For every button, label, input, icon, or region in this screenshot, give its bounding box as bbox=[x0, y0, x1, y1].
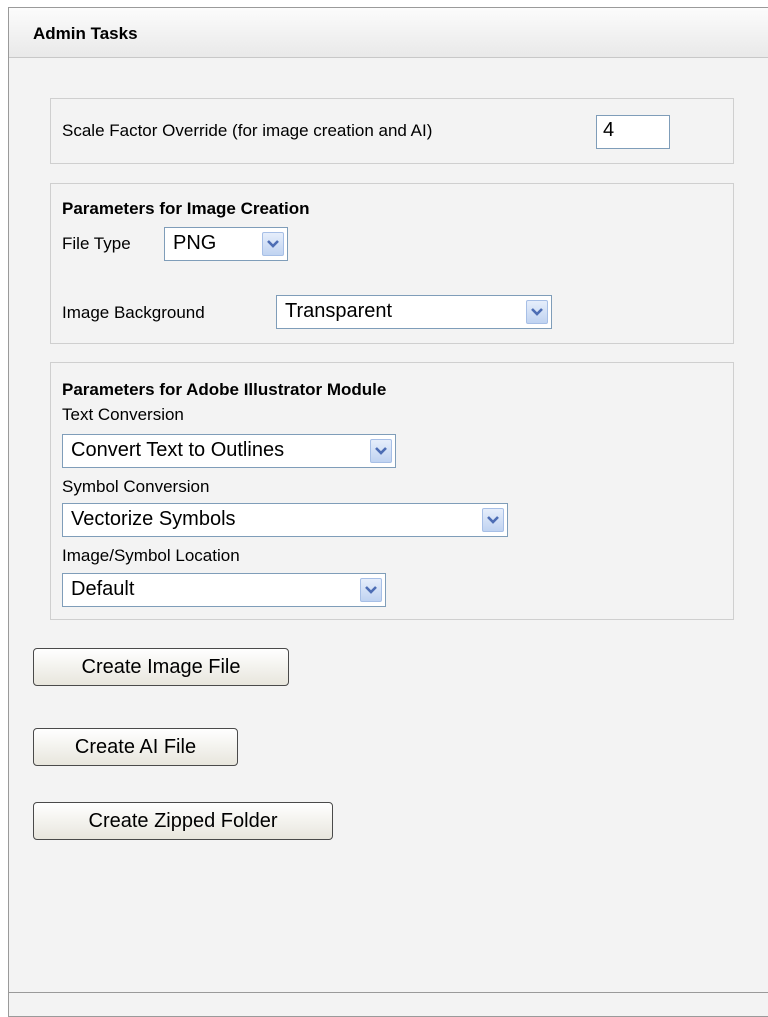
panel-bottom-divider bbox=[9, 992, 768, 993]
create-ai-file-button[interactable]: Create AI File bbox=[33, 728, 238, 766]
symbol-conversion-label: Symbol Conversion bbox=[62, 477, 210, 496]
symbol-conversion-select[interactable]: Vectorize Symbols bbox=[62, 503, 508, 537]
illustrator-module-heading: Parameters for Adobe Illustrator Module bbox=[62, 380, 387, 399]
chevron-down-icon[interactable] bbox=[526, 300, 548, 324]
chevron-down-icon[interactable] bbox=[262, 232, 284, 256]
panel-title: Admin Tasks bbox=[9, 8, 768, 58]
image-symbol-location-value: Default bbox=[71, 578, 135, 600]
text-conversion-select[interactable]: Convert Text to Outlines bbox=[62, 434, 396, 468]
image-creation-heading: Parameters for Image Creation bbox=[62, 199, 310, 218]
scale-factor-label: Scale Factor Override (for image creatio… bbox=[62, 121, 433, 140]
image-symbol-location-label: Image/Symbol Location bbox=[62, 546, 240, 565]
create-image-file-button[interactable]: Create Image File bbox=[33, 648, 289, 686]
scale-factor-input[interactable]: 4 bbox=[596, 115, 670, 149]
file-type-value: PNG bbox=[173, 232, 217, 254]
image-background-value: Transparent bbox=[285, 300, 393, 322]
file-type-select[interactable]: PNG bbox=[164, 227, 288, 261]
image-background-label: Image Background bbox=[62, 303, 205, 322]
chevron-down-icon[interactable] bbox=[370, 439, 392, 463]
create-zipped-folder-button[interactable]: Create Zipped Folder bbox=[33, 802, 333, 840]
symbol-conversion-value: Vectorize Symbols bbox=[71, 508, 236, 530]
chevron-down-icon[interactable] bbox=[360, 578, 382, 602]
image-background-select[interactable]: Transparent bbox=[276, 295, 552, 329]
text-conversion-value: Convert Text to Outlines bbox=[71, 439, 285, 461]
image-symbol-location-select[interactable]: Default bbox=[62, 573, 386, 607]
file-type-label: File Type bbox=[62, 234, 131, 253]
text-conversion-label: Text Conversion bbox=[62, 405, 184, 424]
chevron-down-icon[interactable] bbox=[482, 508, 504, 532]
